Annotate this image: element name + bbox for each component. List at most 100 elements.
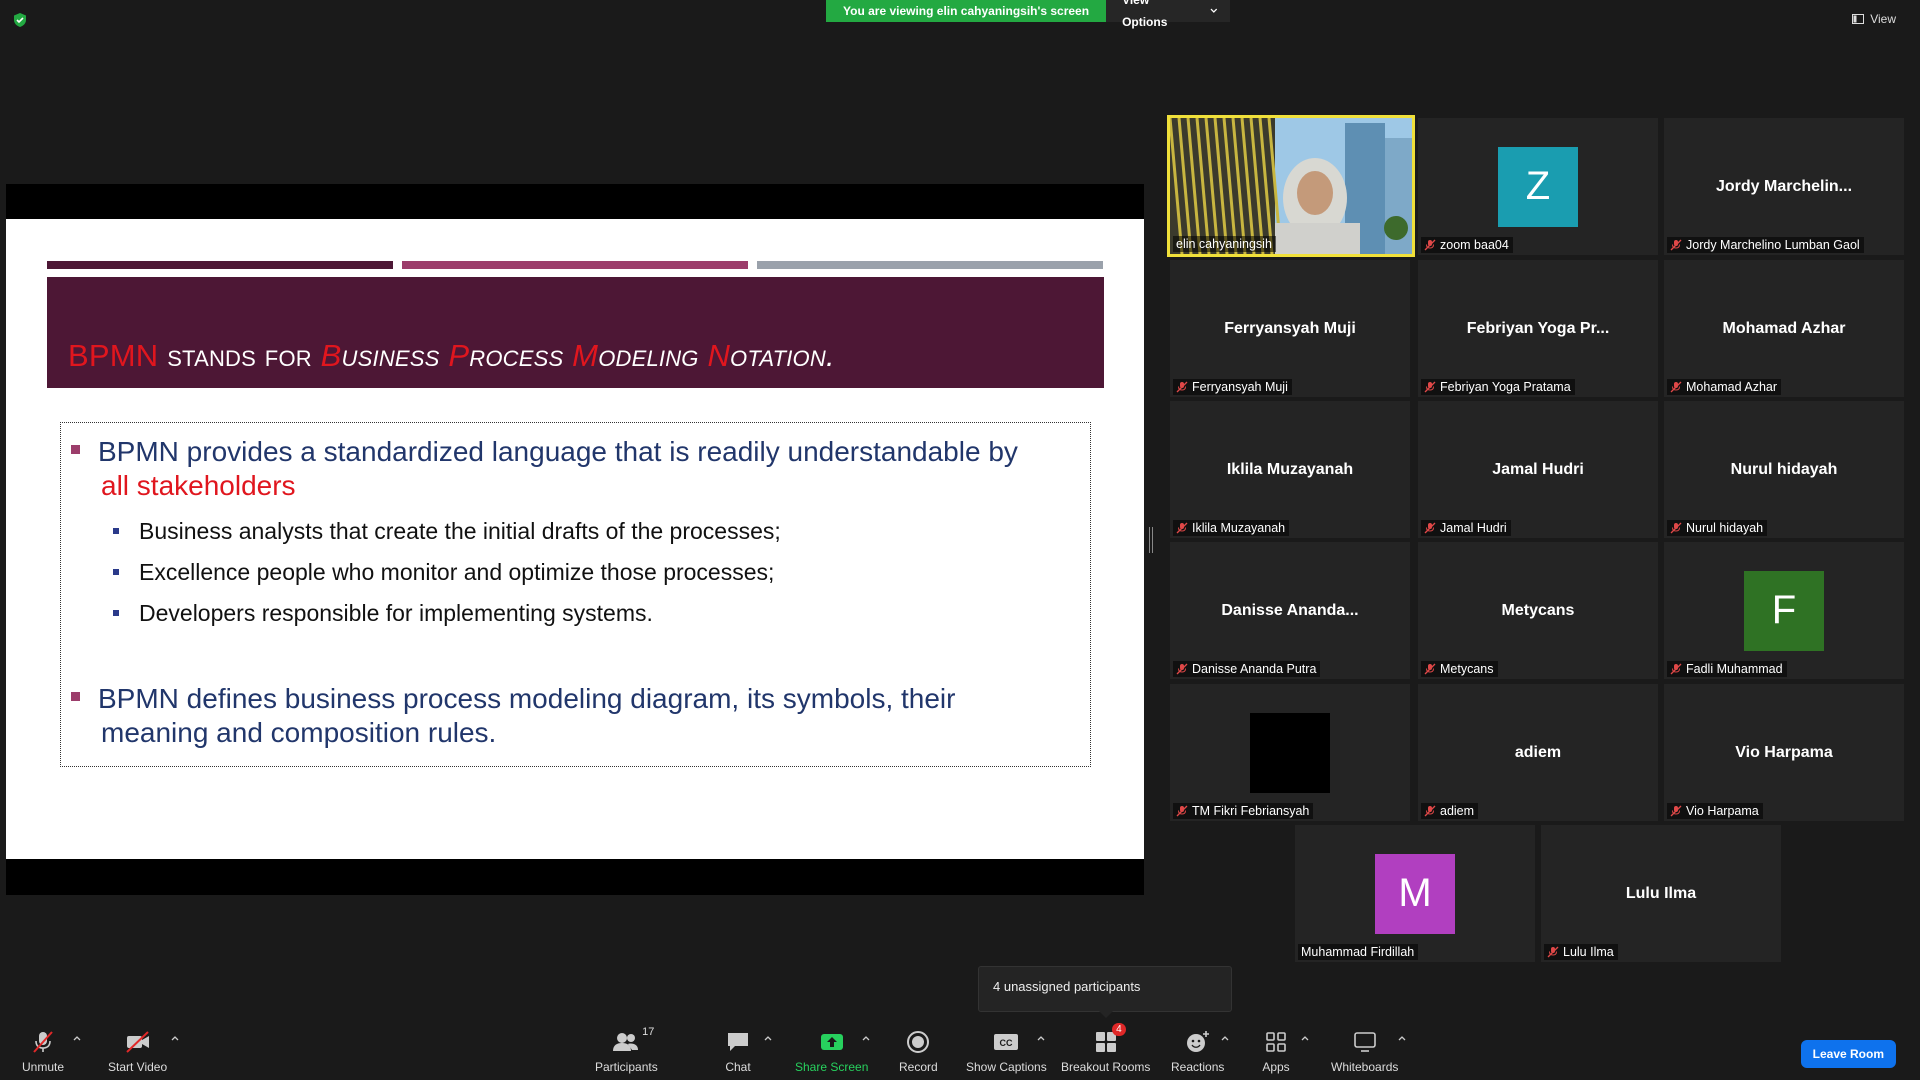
participant-tile[interactable]: Lulu Ilma Lulu Ilma [1541,825,1781,962]
participant-name: adiem [1440,804,1475,818]
participant-tile[interactable]: Jamal Hudri Jamal Hudri [1418,401,1658,538]
apps-button[interactable]: Apps [1262,1028,1290,1074]
participant-tile[interactable]: adiem adiem [1418,684,1658,821]
participant-tile[interactable]: elin cahyaningsih [1167,115,1415,257]
chat-options-caret[interactable] [763,1034,773,1044]
sub-bullet-text: Business analysts that create the initia… [139,518,781,544]
participant-display-name: Mohamad Azhar [1722,319,1846,337]
participant-tile[interactable]: Vio Harpama Vio Harpama [1664,684,1904,821]
view-button[interactable]: View [1852,12,1896,26]
audio-options-caret[interactable] [72,1034,82,1044]
sub-bullet-text: Excellence people who monitor and optimi… [139,559,775,585]
participant-tile[interactable]: Nurul hidayah Nurul hidayah [1664,401,1904,538]
presentation-slide: BPMN stands for Business Process Modelin… [6,219,1144,859]
muted-mic-icon [1176,805,1188,817]
muted-mic-icon [1424,663,1436,675]
sub-bullet-text: Developers responsible for implementing … [139,600,653,626]
participant-display-name: adiem [1514,743,1562,761]
participant-name-label: elin cahyaningsih [1173,236,1276,252]
title-part: N [707,338,731,373]
participant-tile[interactable]: Ferryansyah Muji Ferryansyah Muji [1170,260,1410,397]
participant-name: Lulu Ilma [1563,945,1614,959]
participant-display-name: Nurul hidayah [1730,460,1838,478]
share-screen-icon [820,1034,843,1050]
video-off-icon [125,1031,149,1053]
participant-tile[interactable]: Febriyan Yoga Pr... Febriyan Yoga Pratama [1418,260,1658,397]
whiteboards-options-caret[interactable] [1397,1034,1407,1044]
participant-tile[interactable]: TM Fikri Febriansyah [1170,684,1410,821]
participant-tile[interactable]: Iklila Muzayanah Iklila Muzayanah [1170,401,1410,538]
participant-tile[interactable]: M Muhammad Firdillah [1295,825,1535,962]
participant-avatar: M [1375,853,1455,934]
muted-mic-icon [1176,381,1188,393]
title-part: P [448,338,470,373]
slide-bullet: BPMN provides a standardized language th… [71,435,1071,503]
participant-name-label: zoom baa04 [1421,237,1513,253]
chat-button[interactable]: Chat [724,1028,752,1074]
slide-title: BPMN stands for Business Process Modelin… [68,338,835,374]
participant-tile[interactable]: F Fadli Muhammad [1664,542,1904,679]
view-options-button[interactable]: View Options [1106,0,1231,29]
participant-display-name: Iklila Muzayanah [1226,460,1354,478]
participant-name-label: adiem [1421,803,1479,819]
participant-name: Iklila Muzayanah [1192,521,1286,535]
apps-label: Apps [1262,1060,1290,1074]
participant-tile[interactable]: Metycans Metycans [1418,542,1658,679]
reactions-options-caret[interactable] [1220,1034,1230,1044]
participant-name-label: Vio Harpama [1667,803,1763,819]
bullet-text: BPMN defines business process modeling d… [98,683,956,714]
muted-mic-icon [1176,522,1188,534]
participant-tile[interactable]: Danisse Ananda... Danisse Ananda Putra [1170,542,1410,679]
participant-name: elin cahyaningsih [1176,237,1272,251]
participant-name: Ferryansyah Muji [1192,380,1288,394]
participant-name: Metycans [1440,662,1494,676]
resize-divider-handle[interactable] [1149,527,1153,553]
participant-tile[interactable]: Zzoom baa04 [1418,118,1658,255]
participant-name-label: TM Fikri Febriansyah [1173,803,1314,819]
closed-captions-icon: CC [994,1034,1019,1050]
record-button[interactable]: Record [899,1028,938,1074]
participant-name: Nurul hidayah [1686,521,1764,535]
participant-tile[interactable]: Jordy Marchelin... Jordy Marchelino Lumba… [1664,118,1904,255]
unmute-button[interactable]: Unmute [22,1028,64,1074]
bullet-marker [71,692,80,702]
participant-name-label: Mohamad Azhar [1667,379,1782,395]
title-part: usiness [341,338,449,373]
participant-name-label: Jordy Marchelino Lumban Gaol [1667,237,1864,253]
participant-name: Fadli Muhammad [1686,662,1783,676]
apps-options-caret[interactable] [1300,1034,1310,1044]
muted-mic-icon [1670,239,1682,251]
participant-tile[interactable]: Mohamad Azhar Mohamad Azhar [1664,260,1904,397]
slide-sub-bullet: Developers responsible for implementing … [113,599,653,627]
participants-button[interactable]: 17 Participants [595,1026,658,1074]
shared-screen[interactable]: BPMN stands for Business Process Modelin… [6,184,1144,895]
participant-name-label: Danisse Ananda Putra [1173,661,1321,677]
security-shield-icon[interactable] [12,12,28,28]
sub-bullet-marker [113,527,119,534]
participant-name-label: Nurul hidayah [1667,520,1768,536]
participant-display-name: Jamal Hudri [1492,460,1584,478]
whiteboards-label: Whiteboards [1331,1060,1399,1074]
participant-name: zoom baa04 [1440,238,1509,252]
show-captions-button[interactable]: CC Show Captions [966,1028,1047,1074]
participant-name: Mohamad Azhar [1686,380,1778,394]
video-options-caret[interactable] [170,1034,180,1044]
muted-mic-icon [1670,663,1682,675]
share-screen-button[interactable]: Share Screen [795,1028,868,1074]
participant-name: Jamal Hudri [1440,521,1507,535]
share-options-caret[interactable] [861,1034,871,1044]
participant-display-name: Ferryansyah Muji [1224,319,1356,337]
whiteboards-button[interactable]: Whiteboards [1331,1028,1398,1074]
slide-title-band: BPMN stands for Business Process Modelin… [47,277,1104,388]
participant-name-label: Ferryansyah Muji [1173,379,1292,395]
svg-text:CC: CC [1000,1038,1013,1048]
reactions-button[interactable]: Reactions [1171,1028,1224,1074]
breakout-rooms-button[interactable]: 4 Breakout Rooms [1061,1023,1150,1074]
title-part: stands for [158,338,321,373]
chat-bubble-icon [728,1033,748,1051]
participant-name: Jordy Marchelino Lumban Gaol [1686,238,1860,252]
captions-options-caret[interactable] [1036,1034,1046,1044]
start-video-button[interactable]: Start Video [108,1028,167,1074]
participant-display-name: Jordy Marchelin... [1715,177,1853,195]
leave-room-button[interactable]: Leave Room [1800,1040,1896,1068]
